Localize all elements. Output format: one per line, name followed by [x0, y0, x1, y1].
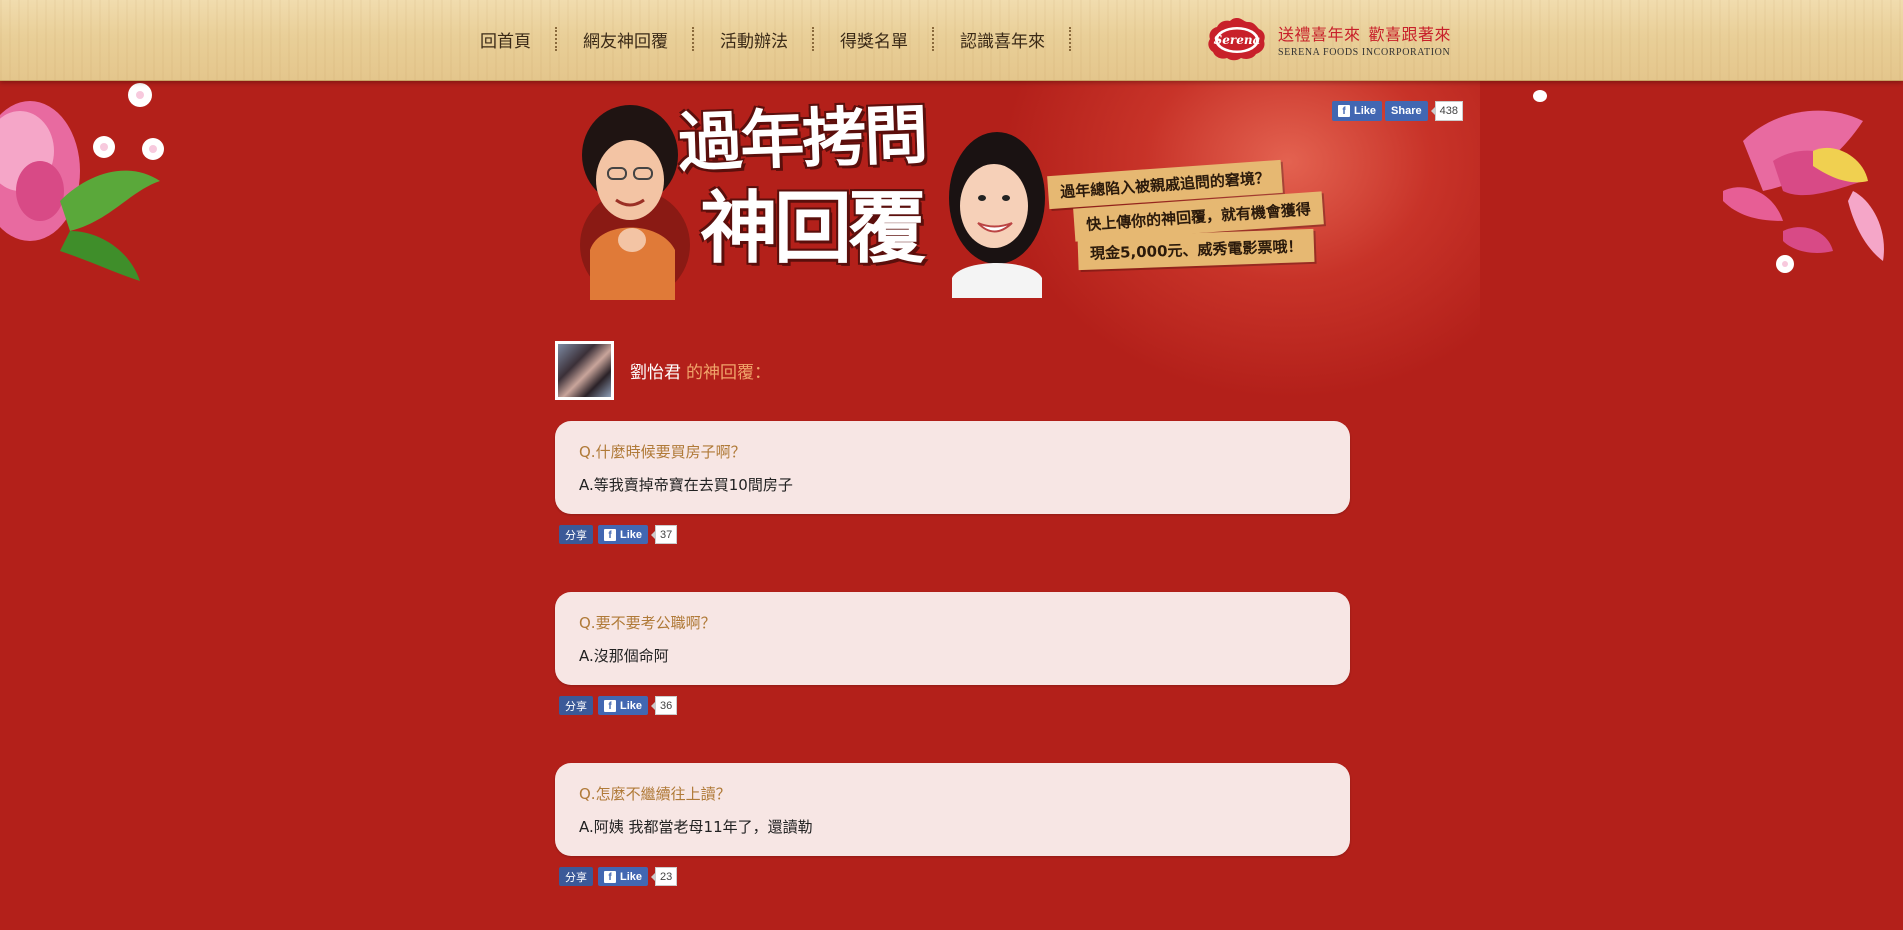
author-header: 劉怡君 的神回覆： [555, 341, 771, 400]
like-count: 37 [650, 525, 678, 544]
question-text: Q.怎麼不繼續往上讀？ [579, 785, 731, 803]
nav-item-rules[interactable]: 活動辦法 [694, 19, 814, 59]
answer-text: A.阿姨 我都當老母11年了，還讀勒 [579, 818, 813, 836]
question-text: Q.要不要考公職啊？ [579, 614, 716, 632]
question-text: Q.什麼時候要買房子啊？ [579, 443, 746, 461]
banner-title-line2: 神回覆 [700, 184, 926, 274]
answer-card: Q.什麼時候要買房子啊？ A.等我賣掉帝寶在去買10間房子 [555, 421, 1350, 514]
share-button[interactable]: 分享 [559, 696, 593, 715]
facebook-like-button[interactable]: f Like [598, 867, 649, 886]
main-nav: 回首頁 網友神回覆 活動辦法 得獎名單 認識喜年來 [460, 0, 1071, 78]
brand-slogan-1: 送禮喜年來 [1278, 24, 1361, 44]
like-count: 36 [650, 696, 678, 715]
logo-text: Serena [1214, 33, 1261, 47]
facebook-like-button[interactable]: f Like [598, 696, 649, 715]
flower-petal-dot [1533, 90, 1547, 102]
like-count: 23 [650, 867, 678, 886]
campaign-banner: 過年拷問 神回覆 過年總陷入被親戚追問的窘境？ 快上傳你的神回覆，就有機會獲得 … [570, 88, 1340, 300]
nav-item-winners[interactable]: 得獎名單 [814, 19, 934, 59]
facebook-like-button[interactable]: f Like [598, 525, 649, 544]
facebook-icon: f [604, 870, 616, 883]
brand-company: SERENA FOODS INCORPORATION [1278, 46, 1451, 58]
answer-card: Q.要不要考公職啊？ A.沒那個命阿 [555, 592, 1350, 685]
answer-text: A.沒那個命阿 [579, 647, 669, 665]
author-name[interactable]: 劉怡君 [630, 363, 681, 383]
answer-actions: 分享 f Like 23 [559, 867, 678, 886]
social-top: f Like Share 438 [1332, 101, 1463, 121]
top-header: 回首頁 網友神回覆 活動辦法 得獎名單 認識喜年來 Serena 送禮喜年來 歡喜… [0, 0, 1903, 81]
answer-text: A.等我賣掉帝寶在去買10間房子 [579, 476, 793, 494]
girl-illustration [949, 132, 1045, 298]
answer-actions: 分享 f Like 37 [559, 525, 678, 544]
answer-card: Q.怎麼不繼續往上讀？ A.阿姨 我都當老母11年了，還讀勒 [555, 763, 1350, 856]
share-button[interactable]: 分享 [559, 525, 593, 544]
avatar[interactable] [555, 341, 614, 400]
answer-actions: 分享 f Like 36 [559, 696, 678, 715]
nav-item-about[interactable]: 認識喜年來 [934, 19, 1071, 59]
nav-item-home[interactable]: 回首頁 [460, 19, 557, 59]
facebook-icon: f [604, 699, 616, 712]
author-suffix: 的神回覆： [686, 363, 771, 383]
share-button[interactable]: 分享 [559, 867, 593, 886]
banner-tagline-3: 現金5,000元、威秀電影票哦！ [1077, 228, 1315, 271]
facebook-share-button[interactable]: Share [1385, 101, 1428, 121]
facebook-icon: f [604, 528, 616, 541]
brand-logo-link[interactable]: Serena 送禮喜年來 歡喜跟著來 SERENA FOODS INCORPORA… [1206, 16, 1451, 62]
nav-item-replies[interactable]: 網友神回覆 [557, 19, 694, 59]
facebook-share-count: 438 [1430, 101, 1463, 121]
brand-slogan-2: 歡喜跟著來 [1368, 24, 1452, 44]
serena-logo: Serena [1206, 16, 1268, 62]
